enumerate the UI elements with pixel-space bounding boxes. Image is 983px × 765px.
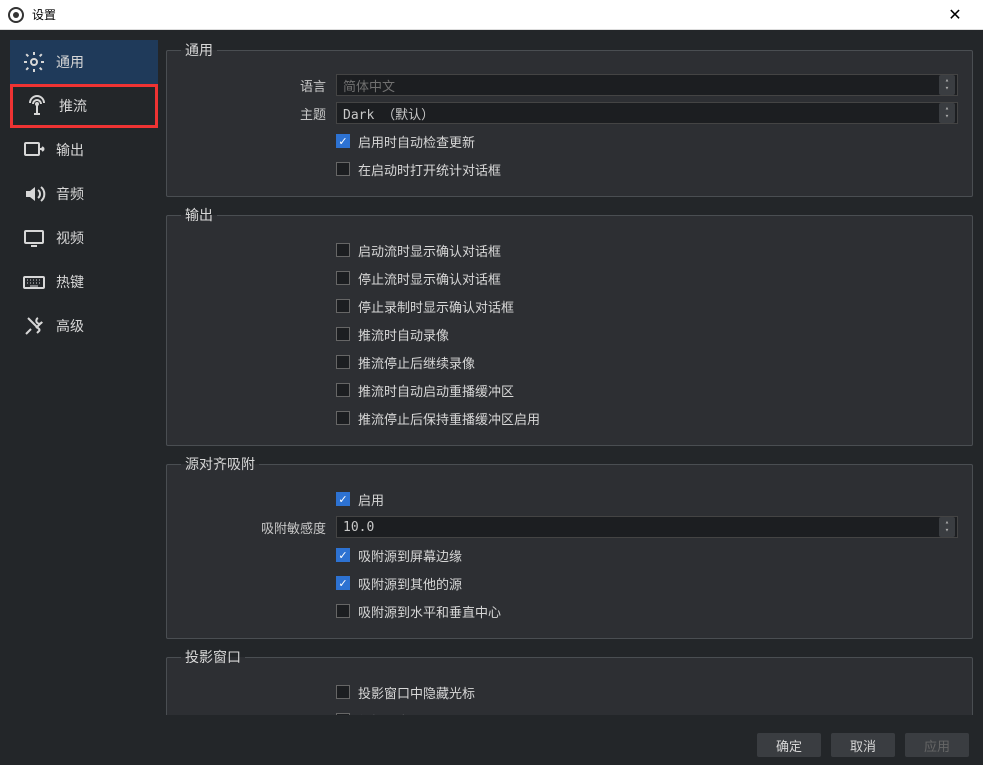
language-label: 语言 [181, 76, 336, 95]
group-general: 通用 语言 简体中文 ▴▾ 主题 Dark （默认） [166, 40, 973, 197]
spinner-arrows-icon[interactable]: ▴▾ [939, 517, 955, 537]
keyboard-icon [20, 268, 48, 296]
chevron-up-down-icon: ▴▾ [939, 103, 955, 123]
sidebar-item-label: 音频 [56, 184, 84, 204]
projector-on-top-checkbox[interactable] [336, 713, 350, 715]
snap-sensitivity-input[interactable]: 10.0 ▴▾ [336, 516, 958, 538]
group-output: 输出 启动流时显示确认对话框 停止流时显示确认对话框 停止录制时显示确认对话框 … [166, 205, 973, 446]
sidebar: 通用 推流 输出 音频 [10, 40, 158, 715]
footer: 确定 取消 应用 [0, 725, 983, 765]
chevron-up-down-icon: ▴▾ [939, 75, 955, 95]
sidebar-item-audio[interactable]: 音频 [10, 172, 158, 216]
sidebar-item-output[interactable]: 输出 [10, 128, 158, 172]
snap-center-label: 吸附源到水平和垂直中心 [358, 602, 501, 621]
start-stream-confirm-checkbox[interactable] [336, 243, 350, 257]
gear-icon [20, 48, 48, 76]
snap-center-checkbox[interactable] [336, 604, 350, 618]
keep-record-checkbox[interactable] [336, 355, 350, 369]
group-snapping: 源对齐吸附 启用 吸附敏感度 10.0 ▴▾ 吸附源到 [166, 454, 973, 639]
sidebar-item-label: 热键 [56, 272, 84, 292]
audio-icon [20, 180, 48, 208]
output-icon [20, 136, 48, 164]
keep-replay-label: 推流停止后保持重播缓冲区启用 [358, 409, 540, 428]
snap-sources-checkbox[interactable] [336, 576, 350, 590]
sidebar-item-label: 推流 [59, 96, 87, 116]
group-title: 源对齐吸附 [181, 454, 259, 474]
auto-record-label: 推流时自动录像 [358, 325, 449, 344]
sidebar-item-label: 高级 [56, 316, 84, 336]
sidebar-item-label: 通用 [56, 52, 84, 72]
snap-sensitivity-value: 10.0 [343, 520, 374, 535]
snap-sources-label: 吸附源到其他的源 [358, 574, 462, 593]
titlebar: 设置 ✕ [0, 0, 983, 30]
keep-record-label: 推流停止后继续录像 [358, 353, 475, 372]
check-updates-checkbox[interactable] [336, 134, 350, 148]
snap-screen-label: 吸附源到屏幕边缘 [358, 546, 462, 565]
sidebar-item-general[interactable]: 通用 [10, 40, 158, 84]
sidebar-item-label: 输出 [56, 140, 84, 160]
cancel-button[interactable]: 取消 [831, 733, 895, 757]
video-icon [20, 224, 48, 252]
theme-value: Dark （默认） [343, 104, 434, 123]
group-title: 通用 [181, 40, 217, 60]
projector-hide-cursor-checkbox[interactable] [336, 685, 350, 699]
keep-replay-checkbox[interactable] [336, 411, 350, 425]
window-body: 通用 推流 输出 音频 [0, 30, 983, 765]
ok-button[interactable]: 确定 [757, 733, 821, 757]
apply-button[interactable]: 应用 [905, 733, 969, 757]
sidebar-item-label: 视频 [56, 228, 84, 248]
projector-hide-cursor-label: 投影窗口中隐藏光标 [358, 683, 475, 702]
stop-stream-confirm-label: 停止流时显示确认对话框 [358, 269, 501, 288]
auto-replay-label: 推流时自动启动重播缓冲区 [358, 381, 514, 400]
stop-record-confirm-label: 停止录制时显示确认对话框 [358, 297, 514, 316]
app-icon [8, 7, 24, 23]
open-stats-checkbox[interactable] [336, 162, 350, 176]
content-panel: 通用 语言 简体中文 ▴▾ 主题 Dark （默认） [166, 40, 973, 715]
language-select[interactable]: 简体中文 ▴▾ [336, 74, 958, 96]
snap-enable-checkbox[interactable] [336, 492, 350, 506]
tools-icon [20, 312, 48, 340]
close-icon[interactable]: ✕ [935, 5, 975, 25]
window-title: 设置 [32, 6, 56, 23]
theme-select[interactable]: Dark （默认） ▴▾ [336, 102, 958, 124]
theme-label: 主题 [181, 104, 336, 123]
main-area: 通用 推流 输出 音频 [0, 30, 983, 725]
group-title: 输出 [181, 205, 217, 225]
auto-replay-checkbox[interactable] [336, 383, 350, 397]
stop-stream-confirm-checkbox[interactable] [336, 271, 350, 285]
broadcast-icon [23, 92, 51, 120]
sidebar-item-stream[interactable]: 推流 [10, 84, 158, 128]
open-stats-label: 在启动时打开统计对话框 [358, 160, 501, 179]
sidebar-item-advanced[interactable]: 高级 [10, 304, 158, 348]
group-title: 投影窗口 [181, 647, 245, 667]
language-value: 简体中文 [343, 76, 395, 95]
projector-on-top-label: 使投影窗口置顶 [358, 711, 449, 716]
sidebar-item-hotkeys[interactable]: 热键 [10, 260, 158, 304]
start-stream-confirm-label: 启动流时显示确认对话框 [358, 241, 501, 260]
group-projector: 投影窗口 投影窗口中隐藏光标 使投影窗口置顶 退出时保存投影窗口设置 [166, 647, 973, 715]
stop-record-confirm-checkbox[interactable] [336, 299, 350, 313]
sidebar-item-video[interactable]: 视频 [10, 216, 158, 260]
snap-enable-label: 启用 [358, 490, 384, 509]
auto-record-checkbox[interactable] [336, 327, 350, 341]
snap-sensitivity-label: 吸附敏感度 [181, 518, 336, 537]
check-updates-label: 启用时自动检查更新 [358, 132, 475, 151]
snap-screen-checkbox[interactable] [336, 548, 350, 562]
